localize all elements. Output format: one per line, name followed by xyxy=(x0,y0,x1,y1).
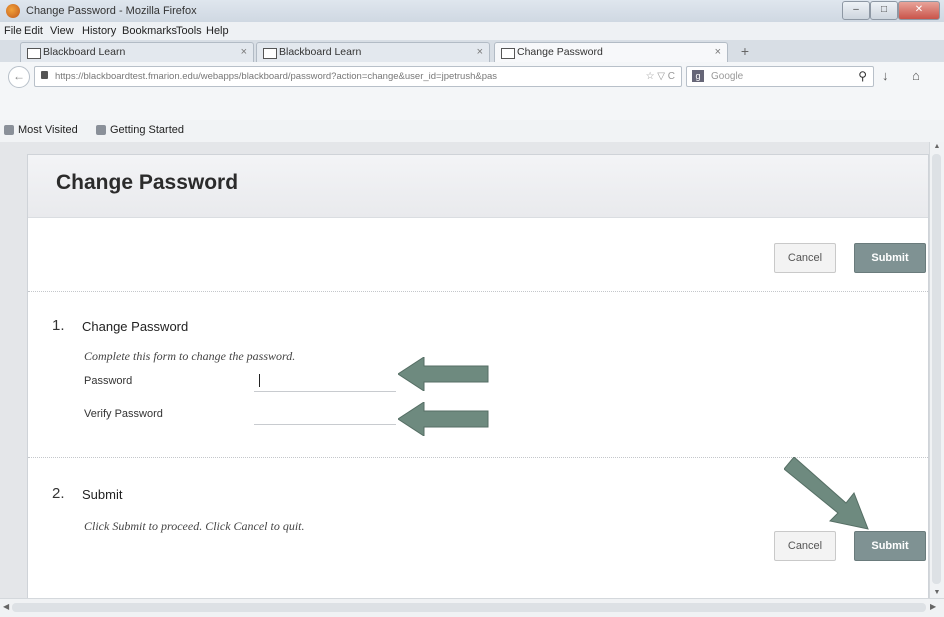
password-field[interactable] xyxy=(254,369,396,392)
window-titlebar: Change Password - Mozilla Firefox – □ ✕ xyxy=(0,0,944,23)
scroll-thumb[interactable] xyxy=(932,154,941,584)
lock-icon xyxy=(41,71,48,79)
step-1-instructions: Complete this form to change the passwor… xyxy=(84,349,296,363)
scroll-left-icon[interactable]: ◀ xyxy=(3,602,9,611)
getting-started-icon xyxy=(96,125,106,135)
page-icon xyxy=(501,48,515,59)
toolbar-spacer xyxy=(0,90,944,120)
step-2-number: 2. xyxy=(52,485,65,502)
most-visited-icon xyxy=(4,125,14,135)
text-caret xyxy=(259,374,260,387)
scroll-right-icon[interactable]: ▶ xyxy=(930,602,936,611)
navigation-bar: ← https://blackboardtest.fmarion.edu/web… xyxy=(0,62,944,90)
tab-label: Blackboard Learn xyxy=(43,46,126,58)
section-divider xyxy=(28,291,928,292)
maximize-button[interactable]: □ xyxy=(870,1,898,20)
menu-edit[interactable]: Edit xyxy=(24,25,43,37)
close-window-button[interactable]: ✕ xyxy=(898,1,940,20)
step-1-title: Change Password xyxy=(82,319,189,334)
tab-blackboard-learn-2[interactable]: Blackboard Learn × xyxy=(256,42,490,62)
downloads-icon[interactable]: ↓ xyxy=(882,68,889,83)
arrow-left-icon xyxy=(398,402,489,436)
tab-label: Blackboard Learn xyxy=(279,46,362,58)
back-button[interactable]: ← xyxy=(8,66,30,88)
page-header: Change Password xyxy=(28,155,928,218)
window-title: Change Password - Mozilla Firefox xyxy=(26,5,197,17)
url-text: https://blackboardtest.fmarion.edu/webap… xyxy=(55,71,498,82)
firefox-logo-icon xyxy=(6,4,20,18)
menu-bookmarks[interactable]: Bookmarks xyxy=(122,25,177,37)
arrow-left-icon xyxy=(398,357,489,391)
tab-label: Change Password xyxy=(517,46,603,58)
bookmark-getting-started[interactable]: Getting Started xyxy=(110,124,184,136)
page-title: Change Password xyxy=(56,171,239,194)
search-icon[interactable]: ⚲ xyxy=(858,67,867,86)
search-placeholder: Google xyxy=(711,71,744,82)
bottom-cancel-button[interactable]: Cancel xyxy=(774,531,836,561)
scroll-up-icon[interactable]: ▲ xyxy=(930,142,944,152)
step-1-number: 1. xyxy=(52,317,65,334)
search-bar[interactable]: g Google ⚲ xyxy=(686,66,874,87)
arrow-down-right-icon xyxy=(784,457,869,530)
menu-help[interactable]: Help xyxy=(206,25,229,37)
tab-close-icon[interactable]: × xyxy=(715,43,721,62)
home-icon[interactable]: ⌂ xyxy=(912,68,920,83)
menu-file[interactable]: File xyxy=(4,25,22,37)
bookmarks-toolbar: Most Visited Getting Started xyxy=(0,120,944,143)
menu-view[interactable]: View xyxy=(50,25,74,37)
step-2-instructions: Click Submit to proceed. Click Cancel to… xyxy=(84,519,305,533)
page-icon xyxy=(27,48,41,59)
menu-bar: File Edit View History Bookmarks Tools H… xyxy=(0,22,944,40)
bookmark-star-icon[interactable]: ☆ ▽ C xyxy=(646,67,675,86)
tab-bar: Blackboard Learn × Blackboard Learn × Ch… xyxy=(0,40,944,63)
tab-change-password[interactable]: Change Password × xyxy=(494,42,728,63)
tab-close-icon[interactable]: × xyxy=(241,43,247,62)
url-bar[interactable]: https://blackboardtest.fmarion.edu/webap… xyxy=(34,66,682,87)
menu-tools[interactable]: Tools xyxy=(176,25,202,37)
step-2-title: Submit xyxy=(82,487,123,502)
minimize-button[interactable]: – xyxy=(842,1,870,20)
verify-password-label: Verify Password xyxy=(84,408,163,420)
new-tab-button[interactable]: + xyxy=(733,43,757,60)
change-password-panel: Change Password Cancel Submit 1. Change … xyxy=(27,154,929,598)
top-submit-button[interactable]: Submit xyxy=(854,243,926,273)
scroll-down-icon[interactable]: ▼ xyxy=(930,588,944,598)
vertical-scrollbar[interactable]: ▲ ▼ xyxy=(929,142,944,598)
top-cancel-button[interactable]: Cancel xyxy=(774,243,836,273)
horizontal-scrollbar[interactable]: ◀ ▶ xyxy=(0,598,944,617)
tab-close-icon[interactable]: × xyxy=(477,43,483,62)
page-viewport: Change Password Cancel Submit 1. Change … xyxy=(0,142,944,598)
password-label: Password xyxy=(84,375,133,387)
bottom-submit-button[interactable]: Submit xyxy=(854,531,926,561)
tab-blackboard-learn-1[interactable]: Blackboard Learn × xyxy=(20,42,254,62)
menu-history[interactable]: History xyxy=(82,25,116,37)
bookmark-most-visited[interactable]: Most Visited xyxy=(18,124,78,136)
page-icon xyxy=(263,48,277,59)
scroll-thumb[interactable] xyxy=(12,603,926,612)
verify-password-field[interactable] xyxy=(254,402,396,425)
google-engine-icon[interactable]: g xyxy=(692,70,704,82)
